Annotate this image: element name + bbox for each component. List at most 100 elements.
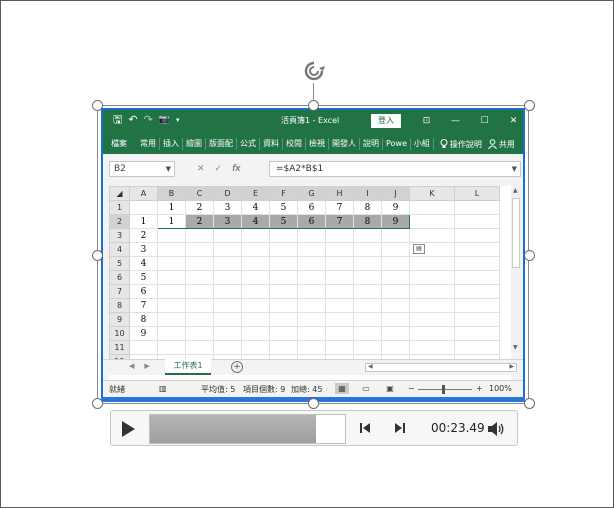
cell-table[interactable]: ◢ A B C D E F G H I J K L 11 2 3 4 5 6 7… — [109, 186, 500, 369]
cell[interactable] — [241, 228, 270, 243]
cell[interactable] — [454, 340, 500, 355]
worksheet-grid[interactable]: ◢ A B C D E F G H I J K L 11 2 3 4 5 6 7… — [109, 186, 511, 380]
scroll-right-icon[interactable]: ▶ — [509, 363, 514, 370]
playback-progress[interactable] — [149, 414, 346, 444]
cell[interactable] — [409, 340, 455, 355]
tab-formulas[interactable]: 公式 — [237, 138, 260, 150]
cell[interactable] — [381, 312, 410, 327]
cell[interactable] — [269, 312, 298, 327]
cell[interactable] — [269, 298, 298, 313]
tab-team[interactable]: 小組 — [411, 138, 434, 150]
column-header[interactable]: D — [213, 186, 242, 201]
formula-input[interactable]: =$A2*B$1 ▼ — [269, 161, 521, 177]
chevron-down-icon[interactable]: ▼ — [166, 162, 171, 176]
volume-icon[interactable] — [487, 421, 505, 437]
cell[interactable] — [325, 326, 354, 341]
cell[interactable] — [213, 242, 242, 257]
cell[interactable] — [325, 256, 354, 271]
cell[interactable] — [409, 284, 455, 299]
play-icon[interactable] — [120, 420, 136, 438]
cell[interactable] — [213, 298, 242, 313]
cell[interactable]: 1 — [157, 214, 186, 229]
row-header[interactable]: 10 — [109, 326, 130, 341]
cell[interactable]: 5 — [269, 200, 298, 215]
tab-view[interactable]: 檢視 — [306, 138, 329, 150]
cell[interactable] — [269, 242, 298, 257]
cell[interactable] — [325, 340, 354, 355]
cell[interactable] — [381, 326, 410, 341]
resize-handle-top-left[interactable] — [92, 100, 103, 111]
zoom-slider-knob[interactable] — [442, 385, 445, 394]
cell[interactable] — [325, 298, 354, 313]
login-button[interactable]: 登入 — [371, 114, 401, 128]
column-header[interactable]: I — [353, 186, 382, 201]
cell[interactable]: 4 — [241, 200, 270, 215]
cell[interactable] — [157, 256, 186, 271]
add-sheet-icon[interactable]: + — [231, 361, 243, 373]
cell[interactable]: 2 — [129, 228, 158, 243]
zoom-in-icon[interactable]: + — [476, 384, 483, 393]
cell[interactable]: 3 — [129, 242, 158, 257]
cell[interactable] — [454, 270, 500, 285]
cell[interactable] — [157, 284, 186, 299]
cell[interactable]: 9 — [381, 200, 410, 215]
vertical-scrollbar[interactable]: ▲ ▼ — [511, 186, 521, 352]
cell[interactable] — [129, 340, 158, 355]
cell[interactable] — [157, 270, 186, 285]
cell[interactable]: 8 — [129, 312, 158, 327]
cell[interactable] — [157, 340, 186, 355]
cell[interactable] — [409, 214, 455, 229]
resize-handle-right[interactable] — [524, 250, 535, 261]
cell[interactable] — [269, 256, 298, 271]
step-backward-icon[interactable] — [358, 421, 372, 435]
expand-formula-icon[interactable]: ▼ — [512, 162, 517, 176]
zoom-out-icon[interactable]: − — [408, 384, 415, 393]
page-break-view-icon[interactable]: ▣ — [383, 383, 397, 394]
tab-insert[interactable]: 插入 — [160, 138, 183, 150]
cell[interactable] — [409, 200, 455, 215]
cell[interactable] — [297, 312, 326, 327]
cell[interactable] — [381, 270, 410, 285]
cell[interactable] — [185, 256, 214, 271]
cell[interactable]: 6 — [129, 284, 158, 299]
cell[interactable] — [381, 242, 410, 257]
cell[interactable] — [185, 312, 214, 327]
resize-handle-bottom-left[interactable] — [92, 398, 103, 409]
tab-file[interactable]: 檔案 — [111, 138, 137, 150]
tab-developer[interactable]: 開發人 — [329, 138, 360, 150]
cell[interactable] — [353, 242, 382, 257]
cell[interactable] — [454, 312, 500, 327]
quick-analysis-icon[interactable]: ▤ — [413, 244, 425, 254]
tab-review[interactable]: 校閱 — [283, 138, 306, 150]
camera-icon[interactable]: 📷 — [159, 113, 170, 127]
ribbon-display-icon[interactable]: ⊡ — [412, 114, 441, 128]
cancel-entry-icon[interactable]: ✕ — [197, 164, 205, 174]
cell[interactable] — [213, 228, 242, 243]
cell[interactable] — [185, 228, 214, 243]
row-header[interactable]: 2 — [109, 214, 130, 229]
cell[interactable] — [454, 200, 500, 215]
cell[interactable] — [454, 242, 500, 257]
cell[interactable] — [353, 298, 382, 313]
cell[interactable]: 5 — [129, 270, 158, 285]
row-header[interactable]: 8 — [109, 298, 130, 313]
scroll-left-icon[interactable]: ◀ — [368, 363, 373, 370]
cell[interactable] — [454, 284, 500, 299]
cell[interactable]: 9 — [381, 214, 410, 229]
column-header[interactable]: B — [157, 186, 186, 201]
cell[interactable]: 2 — [185, 214, 214, 229]
maximize-icon[interactable]: ☐ — [470, 114, 499, 128]
step-forward-icon[interactable] — [393, 421, 407, 435]
cell[interactable] — [241, 340, 270, 355]
cell[interactable] — [241, 326, 270, 341]
confirm-entry-icon[interactable]: ✓ — [215, 164, 223, 174]
column-header[interactable]: G — [297, 186, 326, 201]
cell[interactable] — [409, 270, 455, 285]
cell[interactable]: 3 — [213, 214, 242, 229]
save-icon[interactable]: 🖫 — [113, 113, 122, 127]
cell[interactable] — [325, 284, 354, 299]
resize-handle-top[interactable] — [308, 100, 319, 111]
share-button[interactable]: 共用 — [487, 139, 515, 150]
cell[interactable] — [297, 326, 326, 341]
cell[interactable] — [353, 312, 382, 327]
